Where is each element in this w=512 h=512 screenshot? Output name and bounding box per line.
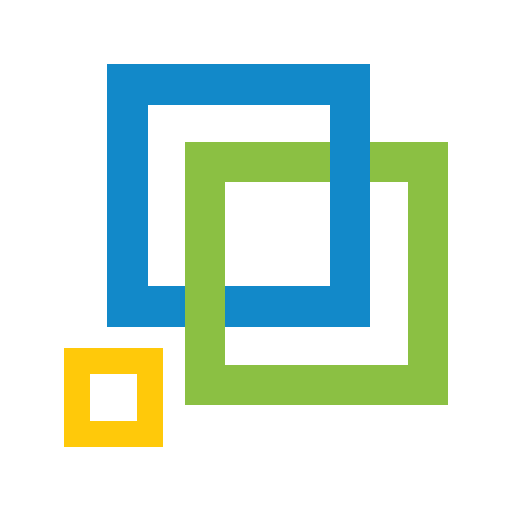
- green-square-frame: [185, 142, 448, 405]
- blue-frame-overlap-segment: [330, 142, 370, 182]
- app-icon-canvas: [0, 0, 512, 512]
- overlapping-squares-logo-icon: [64, 64, 448, 447]
- blue-square-frame: [107, 64, 370, 327]
- yellow-square-frame: [64, 348, 163, 447]
